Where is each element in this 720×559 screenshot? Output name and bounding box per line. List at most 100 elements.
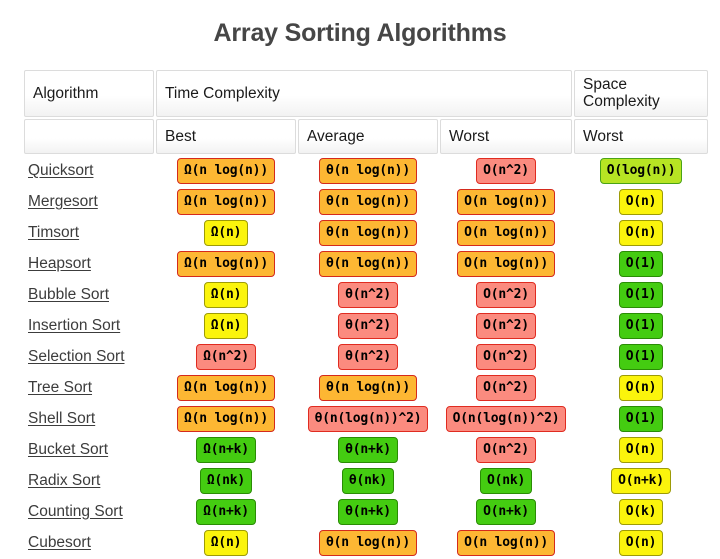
algorithm-cell: Insertion Sort (24, 311, 154, 340)
average-complexity-badge: θ(n^2) (338, 281, 398, 308)
algorithm-link[interactable]: Counting Sort (28, 503, 123, 520)
header-space-complexity: Space Complexity (574, 70, 709, 118)
best-cell: Ω(n log(n)) (156, 249, 296, 278)
best-cell: Ω(n) (156, 280, 296, 309)
worst-cell: O(n^2) (440, 435, 572, 464)
table-row: Mergesort Ω(n log(n)) θ(n log(n)) O(n log(n… (24, 187, 708, 216)
worst-cell: O(n^2) (440, 373, 572, 402)
best-complexity-badge: Ω(n log(n)) (177, 250, 275, 277)
table-row: Tree Sort Ω(n log(n)) θ(n log(n)) O(n^2) O(n… (24, 373, 708, 402)
best-cell: Ω(n+k) (156, 497, 296, 526)
average-complexity-badge: θ(n log(n)) (319, 157, 417, 184)
worst-complexity-badge: O(n^2) (476, 343, 536, 370)
header-worst: Worst (440, 119, 573, 155)
best-cell: Ω(n) (156, 528, 296, 557)
best-cell: Ω(n log(n)) (156, 156, 296, 185)
space-cell: O(1) (574, 280, 708, 309)
average-complexity-badge: θ(n+k) (338, 436, 398, 463)
average-cell: θ(n^2) (298, 311, 438, 340)
space-complexity-badge: O(k) (618, 498, 664, 525)
algorithm-cell: Tree Sort (24, 373, 154, 402)
sorting-algorithms-table: Algorithm Time Complexity Space Complexi… (22, 68, 710, 559)
algorithm-link[interactable]: Radix Sort (28, 472, 100, 489)
average-complexity-badge: θ(n log(n)) (319, 250, 417, 277)
algorithm-link[interactable]: Mergesort (28, 193, 98, 210)
average-cell: θ(n(log(n))^2) (298, 404, 438, 433)
average-cell: θ(n^2) (298, 280, 438, 309)
algorithm-cell: Mergesort (24, 187, 154, 216)
algorithm-link[interactable]: Cubesort (28, 534, 91, 551)
table-row: Counting Sort Ω(n+k) θ(n+k) O(n+k) O(k) (24, 497, 708, 526)
algorithm-link[interactable]: Shell Sort (28, 410, 95, 427)
space-complexity-badge: O(n) (618, 374, 664, 401)
worst-cell: O(n log(n)) (440, 218, 572, 247)
worst-cell: O(n^2) (440, 311, 572, 340)
algorithm-link[interactable]: Heapsort (28, 255, 91, 272)
header-average: Average (298, 119, 438, 155)
worst-complexity-badge: O(nk) (479, 467, 533, 494)
algorithm-link[interactable]: Bucket Sort (28, 441, 108, 458)
space-cell: O(n) (574, 218, 708, 247)
best-complexity-badge: Ω(n^2) (196, 343, 256, 370)
table-row: Cubesort Ω(n) θ(n log(n)) O(n log(n)) O(n) (24, 528, 708, 557)
worst-complexity-badge: O(n^2) (476, 312, 536, 339)
worst-cell: O(n^2) (440, 156, 572, 185)
space-complexity-badge: O(1) (618, 343, 664, 370)
algorithm-link[interactable]: Bubble Sort (28, 286, 109, 303)
algorithm-link[interactable]: Tree Sort (28, 379, 92, 396)
worst-cell: O(n+k) (440, 497, 572, 526)
algorithm-cell: Quicksort (24, 156, 154, 185)
header-space-worst: Worst (574, 119, 709, 155)
header-group-row: Algorithm Time Complexity Space Complexi… (24, 70, 709, 118)
space-cell: O(1) (574, 404, 708, 433)
best-complexity-badge: Ω(n) (203, 219, 249, 246)
best-complexity-badge: Ω(n log(n)) (177, 374, 275, 401)
worst-cell: O(n log(n)) (440, 249, 572, 278)
space-complexity-badge: O(n) (618, 219, 664, 246)
algorithm-link[interactable]: Selection Sort (28, 348, 125, 365)
table-row: Bucket Sort Ω(n+k) θ(n+k) O(n^2) O(n) (24, 435, 708, 464)
worst-complexity-badge: O(n log(n)) (457, 188, 555, 215)
space-complexity-badge: O(n) (618, 529, 664, 556)
best-cell: Ω(n log(n)) (156, 187, 296, 216)
average-cell: θ(n log(n)) (298, 187, 438, 216)
worst-cell: O(n(log(n))^2) (440, 404, 572, 433)
worst-cell: O(n^2) (440, 280, 572, 309)
average-cell: θ(n^2) (298, 342, 438, 371)
space-complexity-badge: O(1) (618, 281, 664, 308)
algorithm-link[interactable]: Quicksort (28, 162, 93, 179)
header-sub-row: Best Average Worst Worst (24, 119, 709, 155)
best-cell: Ω(n log(n)) (156, 404, 296, 433)
best-complexity-badge: Ω(n log(n)) (177, 405, 275, 432)
space-cell: O(k) (574, 497, 708, 526)
best-cell: Ω(n) (156, 218, 296, 247)
average-cell: θ(n log(n)) (298, 528, 438, 557)
average-cell: θ(n log(n)) (298, 373, 438, 402)
algorithm-link[interactable]: Insertion Sort (28, 317, 120, 334)
space-cell: O(1) (574, 311, 708, 340)
algorithm-cell: Shell Sort (24, 404, 154, 433)
algorithm-link[interactable]: Timsort (28, 224, 79, 241)
best-cell: Ω(n) (156, 311, 296, 340)
header-blank (24, 119, 154, 155)
worst-cell: O(nk) (440, 466, 572, 495)
page-root: Array Sorting Algorithms Algorithm Time … (0, 0, 720, 557)
average-complexity-badge: θ(n log(n)) (319, 219, 417, 246)
space-cell: O(n) (574, 528, 708, 557)
space-cell: O(1) (574, 249, 708, 278)
header-time-complexity: Time Complexity (156, 70, 573, 118)
table-row: Heapsort Ω(n log(n)) θ(n log(n)) O(n log(n)… (24, 249, 708, 278)
space-complexity-badge: O(n) (618, 436, 664, 463)
algorithm-cell: Bucket Sort (24, 435, 154, 464)
average-cell: θ(n log(n)) (298, 249, 438, 278)
best-complexity-badge: Ω(n) (203, 281, 249, 308)
table-row: Radix Sort Ω(nk) θ(nk) O(nk) O(n+k) (24, 466, 708, 495)
space-cell: O(n+k) (574, 466, 708, 495)
space-complexity-badge: O(n) (618, 188, 664, 215)
algorithm-cell: Timsort (24, 218, 154, 247)
average-complexity-badge: θ(n^2) (338, 343, 398, 370)
worst-complexity-badge: O(n(log(n))^2) (445, 405, 567, 432)
algorithm-cell: Counting Sort (24, 497, 154, 526)
average-complexity-badge: θ(n log(n)) (319, 374, 417, 401)
best-cell: Ω(nk) (156, 466, 296, 495)
